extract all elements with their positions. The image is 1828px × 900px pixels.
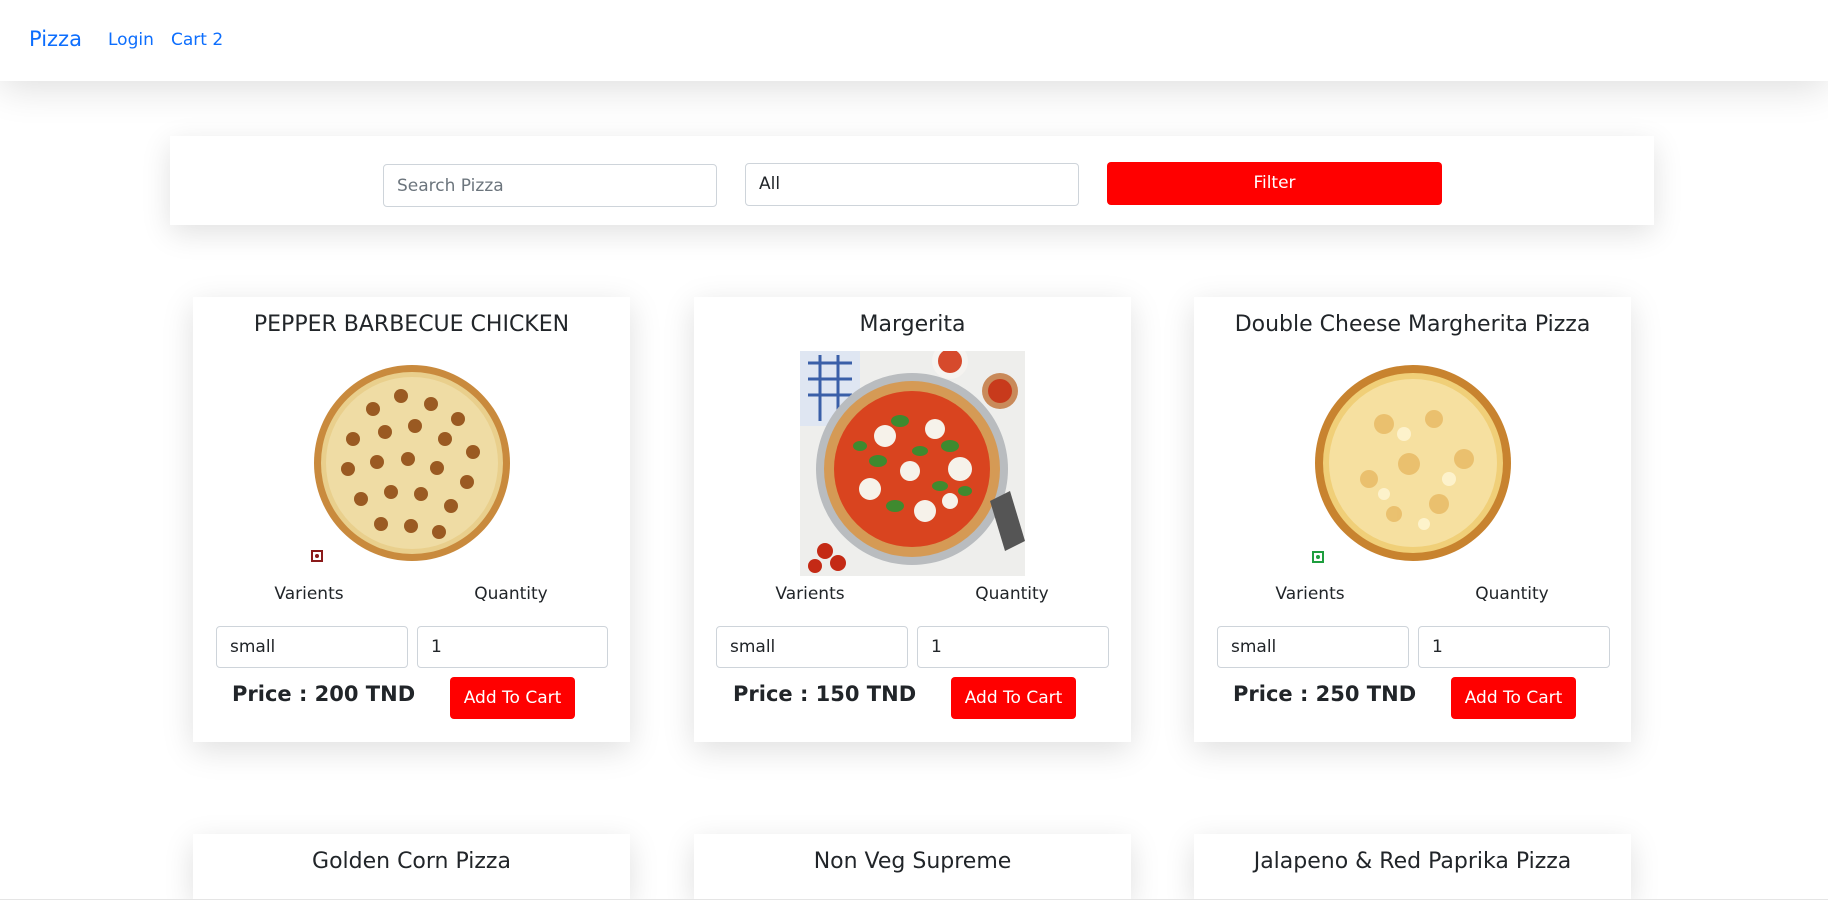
- brand-link[interactable]: Pizza: [29, 27, 82, 51]
- quantity-label: Quantity: [1475, 584, 1549, 604]
- varients-label: Varients: [1275, 584, 1345, 604]
- pizza-image: [314, 365, 510, 561]
- pizza-card: Golden Corn Pizza: [193, 834, 630, 900]
- add-to-cart-button[interactable]: Add To Cart: [951, 677, 1076, 719]
- navbar: Pizza Login Cart 2: [0, 0, 1828, 81]
- price-text: Price : 200 TND: [232, 682, 416, 706]
- pizza-name: Margerita: [859, 312, 966, 337]
- pizza-name: Non Veg Supreme: [813, 849, 1012, 874]
- add-to-cart-button[interactable]: Add To Cart: [1451, 677, 1576, 719]
- varient-select[interactable]: small: [716, 626, 908, 668]
- pizza-name: Golden Corn Pizza: [312, 849, 511, 874]
- category-select[interactable]: All: [745, 163, 1079, 206]
- pizza-name: Jalapeno & Red Paprika Pizza: [1253, 849, 1572, 874]
- cart-link[interactable]: Cart 2: [171, 30, 223, 50]
- login-link[interactable]: Login: [108, 30, 154, 50]
- filter-bar: All Filter: [170, 136, 1654, 225]
- pizza-card: Double Cheese Margherita Pizza Varients …: [1194, 297, 1631, 742]
- filter-button[interactable]: Filter: [1107, 162, 1442, 205]
- pizza-card: Margerita Varients Quantity small 1 Pric…: [694, 297, 1131, 742]
- pizza-card: Jalapeno & Red Paprika Pizza: [1194, 834, 1631, 900]
- add-to-cart-button[interactable]: Add To Cart: [450, 677, 575, 719]
- pizza-image: [1315, 365, 1511, 561]
- pizza-card: Non Veg Supreme: [694, 834, 1131, 900]
- price-text: Price : 150 TND: [733, 682, 917, 706]
- varient-select[interactable]: small: [1217, 626, 1409, 668]
- varients-label: Varients: [274, 584, 344, 604]
- quantity-label: Quantity: [975, 584, 1049, 604]
- pizza-image: [800, 351, 1025, 576]
- pizza-card: PEPPER BARBECUE CHICKEN Varients Quantit…: [193, 297, 630, 742]
- pizza-name: PEPPER BARBECUE CHICKEN: [253, 312, 570, 337]
- varients-label: Varients: [775, 584, 845, 604]
- price-text: Price : 250 TND: [1233, 682, 1417, 706]
- pizza-name: Double Cheese Margherita Pizza: [1234, 312, 1591, 337]
- veg-icon: [1312, 551, 1324, 563]
- quantity-select[interactable]: 1: [417, 626, 608, 668]
- varient-select[interactable]: small: [216, 626, 408, 668]
- non-veg-icon: [311, 550, 323, 562]
- search-input[interactable]: [383, 164, 717, 207]
- quantity-label: Quantity: [474, 584, 548, 604]
- quantity-select[interactable]: 1: [1418, 626, 1610, 668]
- quantity-select[interactable]: 1: [917, 626, 1109, 668]
